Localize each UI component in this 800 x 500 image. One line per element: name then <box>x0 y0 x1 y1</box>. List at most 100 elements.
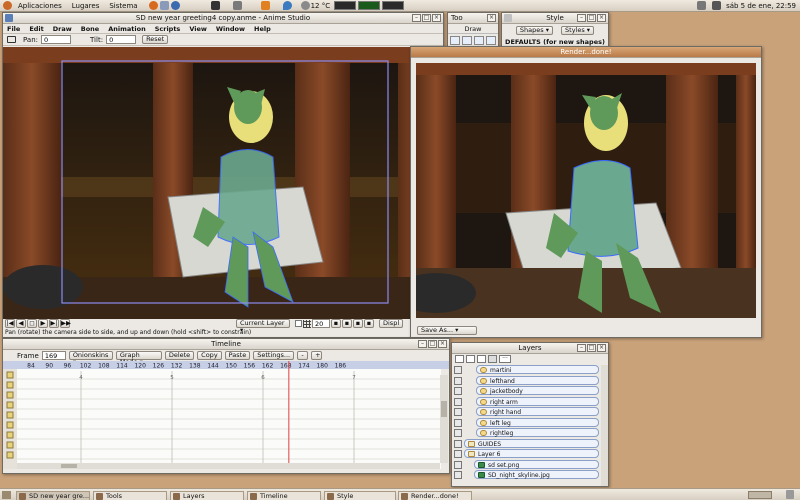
layer-item[interactable]: GUIDES <box>464 438 599 448</box>
save-as-button[interactable]: Save As... ▾ <box>417 326 477 335</box>
taskbar-item-tools[interactable]: Tools <box>93 491 167 500</box>
terminal-icon[interactable] <box>210 1 220 10</box>
view-button-3[interactable]: ▪ <box>353 319 363 328</box>
styles-dropdown[interactable]: Styles ▾ <box>561 26 595 35</box>
layer-item[interactable]: left leg <box>476 417 599 427</box>
first-frame-button[interactable]: |◀ <box>5 319 15 328</box>
firefox-icon[interactable] <box>148 1 158 10</box>
layer-item[interactable]: lefthand <box>476 375 599 385</box>
maximize-button[interactable]: □ <box>422 14 431 22</box>
menu-draw[interactable]: Draw <box>53 25 72 33</box>
tool-transform-icon[interactable] <box>462 36 472 45</box>
layer-item[interactable]: Layer 6 <box>464 449 599 458</box>
layer-row[interactable]: left leg <box>452 417 602 428</box>
main-window-titlebar[interactable]: SD new year greeting4 copy.anme - Anime … <box>3 13 443 24</box>
layer-visibility-icon[interactable] <box>454 471 462 479</box>
layer-item[interactable]: martini <box>476 365 599 374</box>
menu-lugares[interactable]: Lugares <box>67 2 105 10</box>
layer-row[interactable]: martini <box>452 365 602 375</box>
timeline-minimize-button[interactable]: – <box>418 340 427 348</box>
layers-minimize-button[interactable]: – <box>577 344 586 352</box>
graph-mode-dropdown[interactable]: Graph Mode ▾ <box>115 351 162 366</box>
trash-icon[interactable] <box>786 490 794 499</box>
menu-window[interactable]: Window <box>216 25 245 33</box>
ubuntu-logo-icon[interactable] <box>3 1 12 10</box>
mail-icon[interactable] <box>159 1 169 10</box>
new-layer-icon[interactable] <box>455 355 464 363</box>
channel-icon[interactable] <box>6 451 14 459</box>
layer-item[interactable]: SD_night_skyline.jpg <box>474 470 599 479</box>
layers-vscroll[interactable] <box>601 365 608 486</box>
taskbar-item-layers[interactable]: Layers <box>170 491 244 500</box>
tilt-input[interactable] <box>106 35 137 44</box>
network-icon[interactable] <box>697 1 707 10</box>
main-canvas[interactable] <box>3 47 443 319</box>
timeline-maximize-button[interactable]: □ <box>428 340 437 348</box>
menu-view[interactable]: View <box>189 25 207 33</box>
menu-aplicaciones[interactable]: Aplicaciones <box>13 2 67 10</box>
current-layer-select[interactable]: Current Layer ▾ <box>236 319 290 334</box>
workspace-switcher[interactable] <box>748 491 772 499</box>
grid-size-input[interactable] <box>312 319 330 328</box>
reset-button[interactable]: Reset <box>142 35 169 44</box>
play-button[interactable]: ▶ <box>38 319 48 328</box>
view-button-1[interactable]: ▪ <box>331 319 341 328</box>
layer-visibility-icon[interactable] <box>454 408 462 416</box>
delete-layer-icon[interactable] <box>488 355 497 363</box>
menu-sistema[interactable]: Sistema <box>104 2 142 10</box>
taskbar-item-style[interactable]: Style <box>324 491 396 500</box>
layer-row[interactable]: jacketbody <box>452 386 602 396</box>
layer-item[interactable]: right arm <box>476 396 599 406</box>
style-minimize-button[interactable]: – <box>577 14 586 22</box>
channel-icon[interactable] <box>6 401 14 409</box>
help-icon[interactable] <box>170 1 180 10</box>
tools-titlebar[interactable]: Too × <box>448 13 498 24</box>
view-button-2[interactable]: ▪ <box>342 319 352 328</box>
display-quality-select[interactable]: Displ <box>379 319 404 328</box>
style-titlebar[interactable]: Style – □ × <box>502 13 608 24</box>
duplicate-layer-icon[interactable] <box>466 355 475 363</box>
tools-close-button[interactable]: × <box>487 14 496 22</box>
onionskins-dropdown[interactable]: Onionskins ▾ <box>68 351 113 366</box>
menu-edit[interactable]: Edit <box>29 25 43 33</box>
tool-select-icon[interactable] <box>450 36 460 45</box>
layers-maximize-button[interactable]: □ <box>587 344 596 352</box>
layer-item[interactable]: rightleg <box>476 428 599 437</box>
menu-bone[interactable]: Bone <box>81 25 99 33</box>
taskbar-item-main[interactable]: SD new year gre... <box>16 491 90 500</box>
volume-icon[interactable] <box>712 1 722 10</box>
layer-row[interactable]: sd set.png <box>452 459 602 470</box>
menu-animation[interactable]: Animation <box>108 25 145 33</box>
layer-item[interactable]: right hand <box>476 407 599 416</box>
menu-file[interactable]: File <box>7 25 20 33</box>
copy-button[interactable]: Copy <box>197 351 222 360</box>
pan-input[interactable] <box>41 35 71 44</box>
style-maximize-button[interactable]: □ <box>587 14 596 22</box>
window-menu-icon[interactable] <box>5 14 13 22</box>
clock[interactable]: sáb 5 de ene, 22:59 <box>726 2 796 10</box>
channel-icon[interactable] <box>6 381 14 389</box>
layer-visibility-icon[interactable] <box>454 418 462 427</box>
channel-icon[interactable] <box>6 371 14 379</box>
zoom-in-button[interactable]: + <box>311 351 323 360</box>
layer-row[interactable]: Layer 6 <box>452 449 602 459</box>
vlc-icon[interactable] <box>260 1 270 10</box>
layer-visibility-icon[interactable] <box>454 460 462 469</box>
timeline-vscroll[interactable] <box>440 375 448 463</box>
layer-item[interactable]: jacketbody <box>476 386 599 395</box>
next-frame-button[interactable]: ▶| <box>49 319 59 328</box>
layer-row[interactable]: GUIDES <box>452 438 602 449</box>
view-button-4[interactable]: ▪ <box>364 319 374 328</box>
delete-button[interactable]: Delete <box>164 351 195 360</box>
timeline-track-area[interactable]: 84 90 96 102 108 114 120 126 132 138 144 150 156 162 1… <box>3 361 449 473</box>
show-desktop-icon[interactable] <box>2 491 11 499</box>
menu-help[interactable]: Help <box>254 25 271 33</box>
menu-scripts[interactable]: Scripts <box>155 25 181 33</box>
channel-icon[interactable] <box>6 411 14 419</box>
layer-visibility-icon[interactable] <box>454 376 462 385</box>
layer-more-icon[interactable]: ··· <box>499 355 511 363</box>
taskbar-item-timeline[interactable]: Timeline <box>247 491 321 500</box>
layer-visibility-icon[interactable] <box>454 387 462 395</box>
paste-button[interactable]: Paste <box>224 351 251 360</box>
shapes-dropdown[interactable]: Shapes ▾ <box>515 26 554 35</box>
